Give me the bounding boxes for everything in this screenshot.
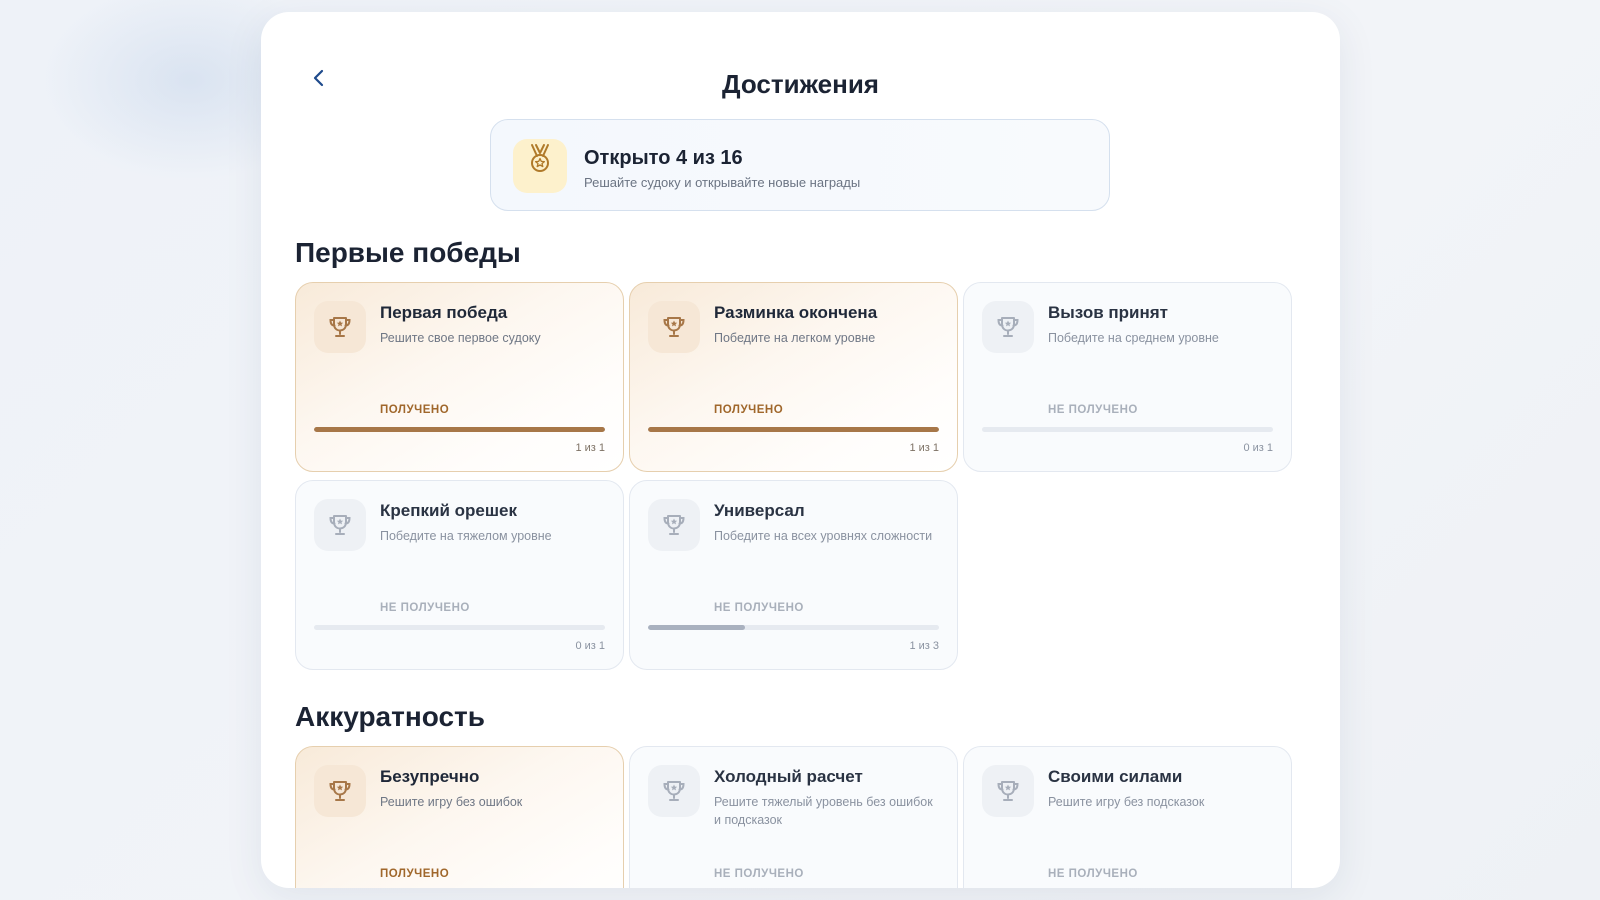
achievement-card[interactable]: Первая победа Решите свое первое судоку ПО…: [295, 282, 624, 472]
achievement-icon-tile: [314, 765, 366, 817]
trophy-icon: [329, 515, 351, 535]
achievement-status: НЕ ПОЛУЧЕНО: [380, 602, 470, 614]
achievement-progress-fill: [314, 427, 605, 432]
achievement-status: НЕ ПОЛУЧЕНО: [1048, 868, 1138, 880]
achievement-status: ПОЛУЧЕНО: [380, 868, 450, 880]
achievement-count: 1 из 3: [909, 640, 939, 652]
trophy-icon: [997, 781, 1019, 801]
page-title: Достижения: [722, 69, 879, 99]
achievement-card[interactable]: Универсал Победите на всех уровнях сложно…: [629, 480, 958, 670]
summary-subtitle: Решайте судоку и открывайте новые наград…: [584, 175, 861, 190]
achievement-icon-tile: [648, 765, 700, 817]
achievement-title: Своими силами: [1048, 767, 1183, 786]
trophy-icon: [329, 781, 351, 801]
summary-title: Открыто 4 из 16: [584, 147, 743, 169]
section-title-accuracy: Аккуратность: [295, 701, 485, 732]
achievement-title: Первая победа: [380, 303, 508, 322]
trophy-icon: [663, 317, 685, 337]
achievement-description: Победите на легком уровне: [714, 331, 876, 345]
achievement-progress-bar: [648, 625, 939, 630]
achievement-icon-tile: [982, 301, 1034, 353]
achievement-icon-tile: [648, 499, 700, 551]
achievement-icon-tile: [314, 301, 366, 353]
achievement-title: Универсал: [714, 501, 805, 520]
achievement-icon-tile: [648, 301, 700, 353]
achievement-progress-bar: [982, 427, 1273, 432]
achievement-status: НЕ ПОЛУЧЕНО: [714, 868, 804, 880]
achievement-card[interactable]: Холодный расчет Решите тяжелый уровень бе…: [629, 746, 958, 888]
achievement-count: 1 из 1: [909, 442, 939, 454]
trophy-icon: [663, 781, 685, 801]
achievement-status: НЕ ПОЛУЧЕНО: [1048, 404, 1138, 416]
trophy-icon: [997, 317, 1019, 337]
achievement-card[interactable]: Вызов принят Победите на среднем уровне НЕ…: [963, 282, 1292, 472]
achievement-icon-tile: [314, 499, 366, 551]
achievements-window: Достижения Открыто 4 из 16 Решайте судок…: [261, 12, 1340, 888]
achievement-card[interactable]: Своими силами Решите игру без подсказок НЕ…: [963, 746, 1292, 888]
achievement-description: Решите свое первое судоку: [380, 331, 541, 345]
trophy-icon: [663, 515, 685, 535]
achievement-title: Разминка окончена: [714, 303, 878, 322]
achievement-progress-bar: [314, 427, 605, 432]
achievement-description: Победите на среднем уровне: [1048, 331, 1219, 345]
achievement-count: 1 из 1: [575, 442, 605, 454]
achievement-count: 0 из 1: [1243, 442, 1273, 454]
achievement-progress-bar: [314, 625, 605, 630]
achievement-card[interactable]: Разминка окончена Победите на легком уров…: [629, 282, 958, 472]
achievement-description: Победите на всех уровнях сложности: [714, 529, 933, 543]
achievement-title: Холодный расчет: [714, 767, 863, 786]
medal-icon: [531, 144, 549, 172]
achievement-count: 0 из 1: [575, 640, 605, 652]
achievement-description: Решите игру без ошибок: [380, 795, 523, 809]
achievement-card[interactable]: Безупречно Решите игру без ошибок ПОЛУЧЕНО…: [295, 746, 624, 888]
achievement-progress-bar: [648, 427, 939, 432]
achievement-title: Вызов принят: [1048, 303, 1168, 322]
trophy-icon: [329, 317, 351, 337]
progress-summary: Открыто 4 из 16 Решайте судоку и открыва…: [490, 119, 1110, 211]
summary-icon-tile: [513, 139, 567, 193]
achievement-status: НЕ ПОЛУЧЕНО: [714, 602, 804, 614]
achievement-progress-fill: [648, 427, 939, 432]
achievement-status: ПОЛУЧЕНО: [714, 404, 784, 416]
achievement-title: Безупречно: [380, 767, 480, 786]
achievement-description: Победите на тяжелом уровне: [380, 529, 552, 543]
achievement-title: Крепкий орешек: [380, 501, 517, 520]
section-title-first-wins: Первые победы: [295, 237, 521, 268]
achievement-progress-fill: [648, 625, 745, 630]
achievement-card[interactable]: Крепкий орешек Победите на тяжелом уровне…: [295, 480, 624, 670]
achievement-status: ПОЛУЧЕНО: [380, 404, 450, 416]
achievement-icon-tile: [982, 765, 1034, 817]
achievement-description: Решите игру без подсказок: [1048, 795, 1205, 809]
achievement-description: Решите тяжелый уровень без ошибок и подс…: [714, 795, 933, 827]
